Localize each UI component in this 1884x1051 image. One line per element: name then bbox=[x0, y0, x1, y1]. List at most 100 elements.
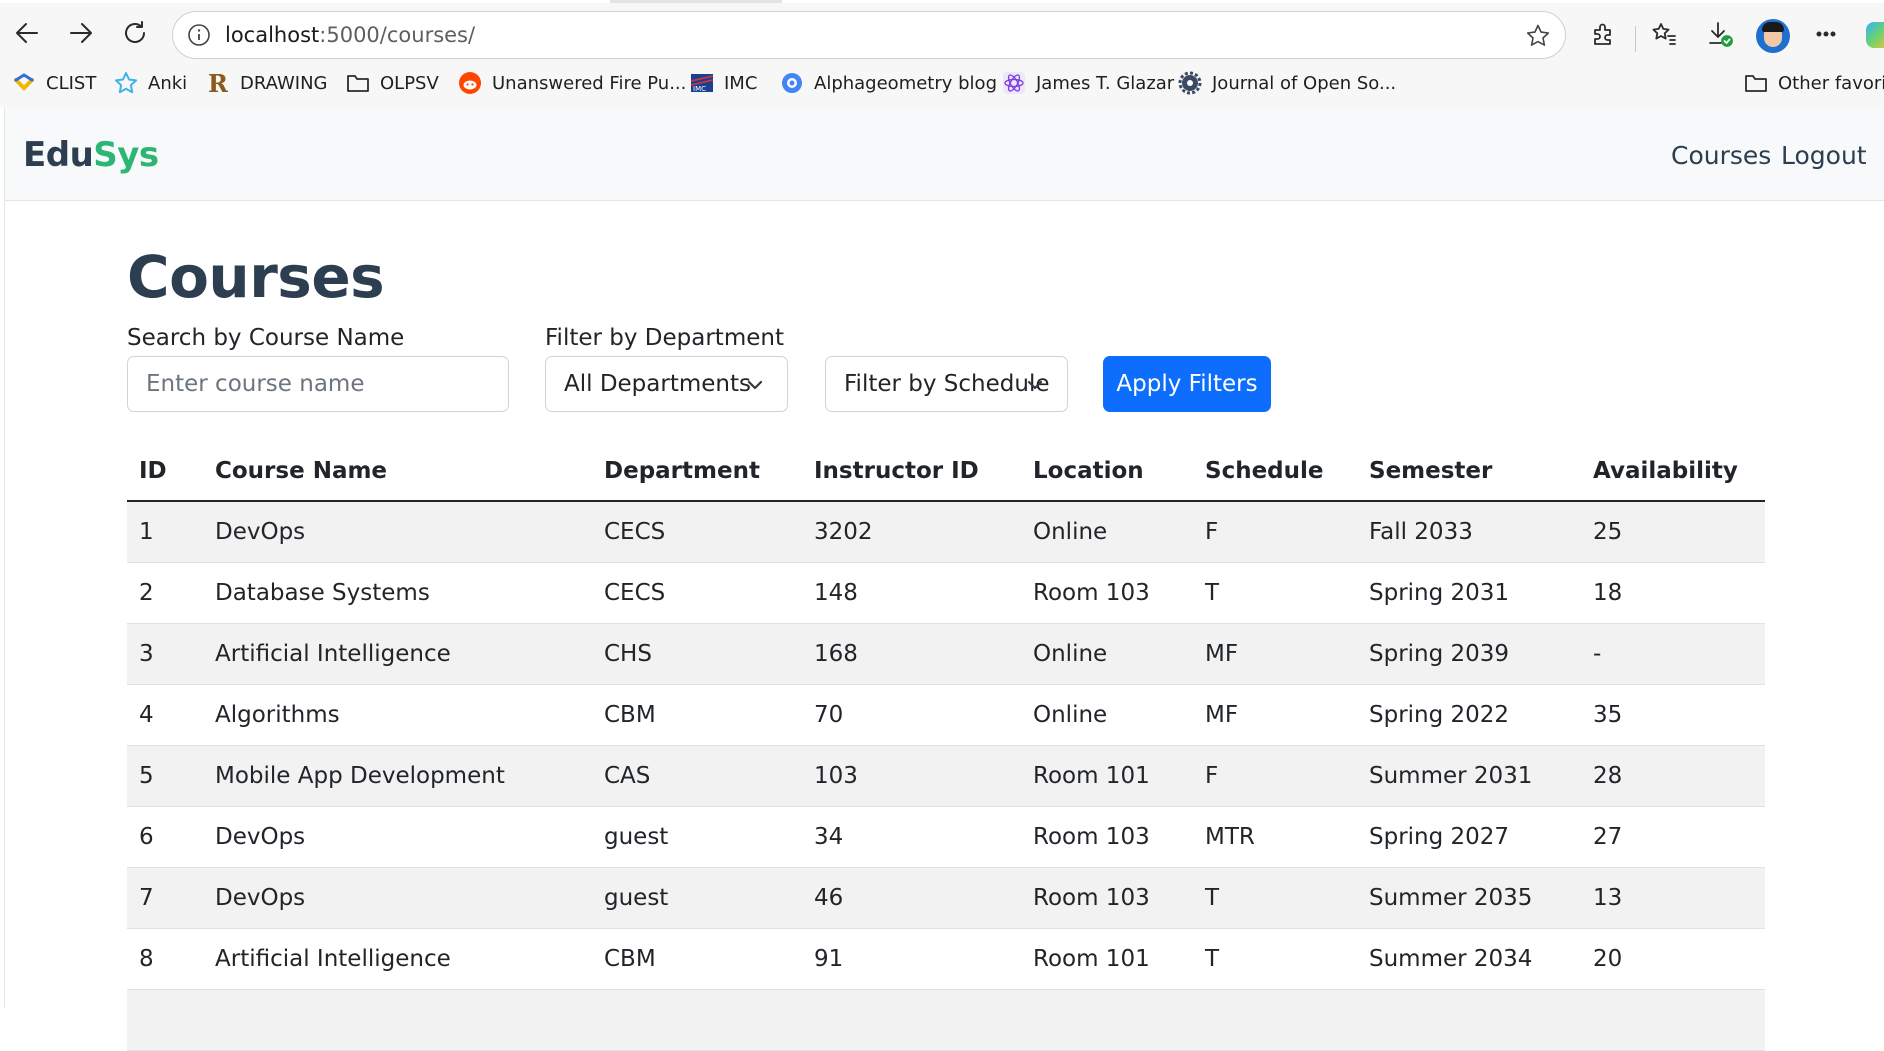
courses-table: ID Course Name Department Instructor ID … bbox=[127, 441, 1765, 1051]
back-button[interactable] bbox=[8, 14, 46, 52]
svg-text:IMC: IMC bbox=[693, 85, 706, 93]
cell-id: 5 bbox=[127, 745, 203, 807]
cell-department: CECS bbox=[592, 501, 802, 563]
column-header[interactable]: Department bbox=[592, 441, 802, 502]
cell-availability: 18 bbox=[1581, 562, 1765, 624]
brand-logo[interactable]: EduSys bbox=[23, 135, 159, 175]
cell-course-name: DevOps bbox=[203, 867, 592, 929]
column-header[interactable]: Location bbox=[1021, 441, 1193, 502]
cell-schedule: T bbox=[1193, 562, 1357, 624]
bookmark-item[interactable]: CLIST bbox=[12, 68, 96, 98]
bookmark-label: CLIST bbox=[46, 72, 97, 94]
address-bar[interactable]: localhost:5000/courses/ bbox=[172, 11, 1566, 59]
download-icon bbox=[1709, 22, 1733, 47]
brand-part1: Edu bbox=[23, 135, 94, 175]
table-row[interactable]: 7 DevOps guest 46 Room 103 T Summer 2035… bbox=[127, 867, 1765, 929]
bookmark-item[interactable]: Anki bbox=[114, 68, 187, 98]
cell-availability: 20 bbox=[1581, 928, 1765, 990]
web-page: EduSys Courses Logout Courses Search by … bbox=[4, 107, 1884, 1051]
cell-location: Online bbox=[1021, 684, 1193, 746]
bookmark-item[interactable]: IMC IMC bbox=[690, 68, 757, 98]
bookmark-label: James T. Glazar bbox=[1036, 72, 1175, 94]
other-favorites-label: Other favorite bbox=[1778, 72, 1884, 94]
table-row[interactable]: 5 Mobile App Development CAS 103 Room 10… bbox=[127, 745, 1765, 807]
ellipsis-icon bbox=[1816, 31, 1836, 37]
url-text[interactable]: localhost:5000/courses/ bbox=[225, 23, 475, 47]
favorites-list-icon bbox=[1652, 23, 1676, 45]
page-title: Courses bbox=[127, 243, 385, 311]
avatar-hair bbox=[1762, 22, 1784, 32]
chevron-down-icon bbox=[1027, 380, 1043, 390]
more-menu-button[interactable] bbox=[1810, 18, 1842, 50]
table-row[interactable]: 1 DevOps CECS 3202 Online F Fall 2033 25 bbox=[127, 501, 1765, 563]
other-favorites[interactable]: Other favorite bbox=[1744, 68, 1884, 98]
cell-id: 3 bbox=[127, 623, 203, 685]
table-row[interactable]: 3 Artificial Intelligence CHS 168 Online… bbox=[127, 623, 1765, 685]
cell-availability: 13 bbox=[1581, 867, 1765, 929]
react-icon bbox=[1002, 71, 1026, 95]
cell-instructor-id: 70 bbox=[802, 684, 1021, 746]
cell-course-name: Artificial Intelligence bbox=[203, 623, 592, 685]
cell-location: Online bbox=[1021, 501, 1193, 563]
downloads-button[interactable] bbox=[1704, 18, 1736, 50]
nav-courses-link[interactable]: Courses bbox=[1671, 141, 1771, 170]
table-row[interactable]: 2 Database Systems CECS 148 Room 103 T S… bbox=[127, 562, 1765, 624]
nav-logout-link[interactable]: Logout bbox=[1781, 141, 1867, 170]
bookmark-item[interactable]: OLPSV bbox=[346, 68, 439, 98]
apply-filters-button[interactable]: Apply Filters bbox=[1103, 356, 1271, 412]
url-host: localhost bbox=[225, 23, 320, 47]
cell-course-name: Database Systems bbox=[203, 562, 592, 624]
bookmark-item[interactable]: Journal of Open So... bbox=[1178, 68, 1396, 98]
column-header[interactable]: ID bbox=[127, 441, 203, 502]
column-header[interactable]: Semester bbox=[1357, 441, 1581, 502]
favorites-button[interactable] bbox=[1648, 18, 1680, 50]
cell-department: CHS bbox=[592, 623, 802, 685]
cell-availability: 27 bbox=[1581, 806, 1765, 868]
cell-department: CAS bbox=[592, 745, 802, 807]
profile-avatar[interactable] bbox=[1756, 19, 1790, 53]
course-search-input[interactable]: Enter course name bbox=[127, 356, 509, 412]
table-row[interactable]: 8 Artificial Intelligence CBM 91 Room 10… bbox=[127, 928, 1765, 990]
favorite-star-icon[interactable] bbox=[1525, 23, 1551, 49]
table-row[interactable]: 6 DevOps guest 34 Room 103 MTR Spring 20… bbox=[127, 806, 1765, 868]
cell-id: 7 bbox=[127, 867, 203, 929]
table-row[interactable]: 4 Algorithms CBM 70 Online MF Spring 202… bbox=[127, 684, 1765, 746]
folder-icon bbox=[346, 71, 370, 95]
blog-icon bbox=[780, 71, 804, 95]
folder-icon bbox=[1744, 71, 1768, 95]
cell-semester: Spring 2027 bbox=[1357, 806, 1581, 868]
bookmark-label: DRAWING bbox=[240, 72, 328, 94]
bookmark-item[interactable]: James T. Glazar bbox=[1002, 68, 1174, 98]
column-header[interactable]: Availability bbox=[1581, 441, 1765, 502]
extensions-button[interactable] bbox=[1587, 18, 1619, 50]
bookmark-item[interactable]: Alphageometry blog bbox=[780, 68, 997, 98]
department-select[interactable]: All Departments bbox=[545, 356, 788, 412]
cell-department: CBM bbox=[592, 684, 802, 746]
copilot-icon[interactable] bbox=[1866, 22, 1884, 48]
bookmark-label: IMC bbox=[724, 72, 758, 94]
brand-part2: Sys bbox=[93, 135, 159, 175]
cell-empty bbox=[127, 989, 1765, 1051]
bookmark-label: Anki bbox=[148, 72, 188, 94]
schedule-select[interactable]: Filter by Schedule bbox=[825, 356, 1068, 412]
column-header[interactable]: Schedule bbox=[1193, 441, 1357, 502]
browser-chrome: localhost:5000/courses/ CLIST Anki R DRA… bbox=[0, 0, 1884, 107]
table-row-partial[interactable] bbox=[127, 989, 1765, 1051]
cell-department: CBM bbox=[592, 928, 802, 990]
arrow-left-icon bbox=[16, 23, 38, 43]
cell-department: guest bbox=[592, 806, 802, 868]
cell-schedule: F bbox=[1193, 501, 1357, 563]
browser-toolbar: localhost:5000/courses/ bbox=[0, 6, 1884, 59]
cell-department: guest bbox=[592, 867, 802, 929]
column-header[interactable]: Instructor ID bbox=[802, 441, 1021, 502]
bookmark-item[interactable]: Unanswered Fire Pu... bbox=[458, 68, 686, 98]
reload-button[interactable] bbox=[116, 14, 154, 52]
cell-id: 8 bbox=[127, 928, 203, 990]
bookmark-item[interactable]: R DRAWING bbox=[206, 68, 328, 98]
column-header[interactable]: Course Name bbox=[203, 441, 592, 502]
arrow-right-icon bbox=[70, 23, 92, 43]
cell-id: 4 bbox=[127, 684, 203, 746]
info-icon[interactable] bbox=[187, 23, 211, 47]
forward-button[interactable] bbox=[62, 14, 100, 52]
gear-icon bbox=[1178, 71, 1202, 95]
